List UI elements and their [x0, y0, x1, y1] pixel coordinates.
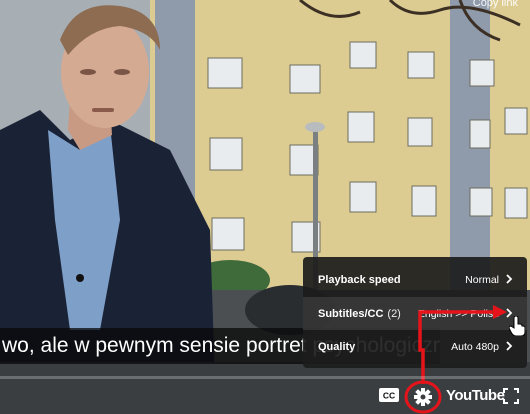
- video-player[interactable]: Copy link wo, ale w pewnym sensie portre…: [0, 0, 530, 414]
- settings-button[interactable]: [404, 380, 442, 414]
- player-controls: CC YouTube: [0, 376, 530, 414]
- hand-cursor-icon: [509, 316, 525, 336]
- annotation-arrow: [418, 305, 507, 384]
- fullscreen-button[interactable]: [503, 388, 519, 409]
- fullscreen-icon: [503, 388, 519, 404]
- youtube-logo[interactable]: YouTube: [446, 387, 505, 404]
- svg-text:CC: CC: [383, 391, 395, 401]
- progress-bar[interactable]: [0, 376, 530, 379]
- gear-icon: [404, 380, 442, 414]
- closed-captions-icon: CC: [379, 388, 399, 402]
- cc-button[interactable]: CC: [378, 387, 400, 408]
